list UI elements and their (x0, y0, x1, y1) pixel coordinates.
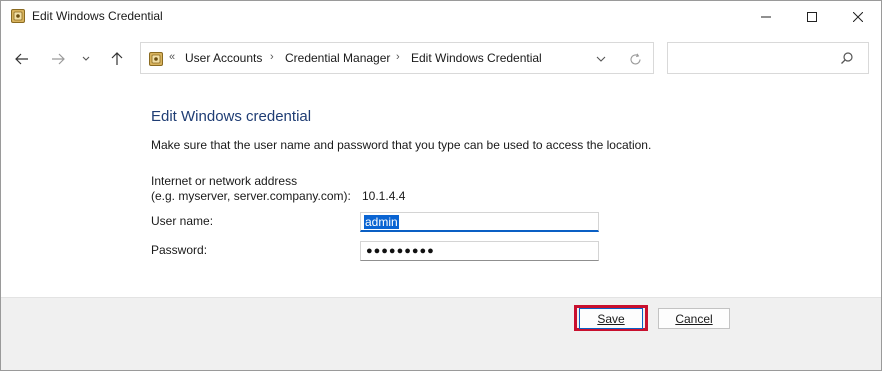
breadcrumb-edit-windows-credential[interactable]: Edit Windows Credential (411, 51, 542, 65)
save-button-label: Save (597, 311, 625, 326)
breadcrumb-separator[interactable]: › (270, 51, 274, 63)
minimize-button[interactable] (743, 1, 789, 32)
form-description: Make sure that the user name and passwor… (151, 138, 652, 152)
chevron-down-icon (82, 56, 90, 61)
search-icon[interactable] (840, 51, 856, 67)
address-overflow-chevron[interactable]: « (169, 51, 175, 63)
chevron-down-icon (596, 56, 606, 62)
network-address-value: 10.1.4.4 (362, 189, 406, 203)
search-input[interactable] (674, 49, 838, 69)
refresh-button[interactable] (627, 51, 643, 67)
credential-form: Edit Windows credential Make sure that t… (1, 86, 881, 298)
credential-manager-icon (149, 52, 163, 66)
credential-manager-icon (11, 9, 25, 23)
password-mask: ●●●●●●●●● (366, 245, 435, 257)
refresh-icon (629, 52, 641, 65)
page-title: Edit Windows credential (151, 108, 312, 125)
username-label: User name: (151, 214, 214, 228)
close-icon (853, 11, 863, 22)
address-label-line1: Internet or network address (151, 174, 298, 188)
up-button[interactable] (106, 48, 128, 70)
up-arrow-icon (111, 52, 123, 65)
address-label-line2: (e.g. myserver, server.company.com): (151, 189, 351, 203)
search-box[interactable] (667, 42, 869, 74)
back-arrow-icon (15, 53, 28, 65)
breadcrumb-user-accounts[interactable]: User Accounts (185, 51, 262, 65)
window-title: Edit Windows Credential (32, 9, 163, 23)
password-field[interactable]: ●●●●●●●●● (360, 241, 599, 261)
address-bar[interactable]: « User Accounts › Credential Manager › E… (140, 42, 654, 74)
breadcrumb-separator[interactable]: › (396, 51, 400, 63)
back-button[interactable] (11, 48, 33, 70)
address-dropdown-button[interactable] (593, 51, 609, 67)
forward-button[interactable] (47, 48, 69, 70)
minimize-icon (761, 16, 771, 17)
title-bar: Edit Windows Credential (1, 1, 881, 32)
recent-locations-button[interactable] (78, 48, 94, 70)
navigation-bar: « User Accounts › Credential Manager › E… (1, 32, 881, 86)
credential-window: Edit Windows Credential « User Accounts … (0, 0, 882, 371)
breadcrumb-credential-manager[interactable]: Credential Manager (285, 51, 390, 65)
maximize-icon (807, 11, 817, 22)
save-button[interactable]: Save (579, 308, 643, 329)
forward-arrow-icon (52, 53, 65, 65)
username-field[interactable]: admin (360, 212, 599, 232)
cancel-button[interactable]: Cancel (658, 308, 730, 329)
username-value: admin (364, 215, 399, 229)
dialog-footer: Save Cancel (1, 298, 881, 370)
password-label: Password: (151, 243, 208, 257)
cancel-button-label: Cancel (675, 311, 713, 326)
close-button[interactable] (835, 1, 881, 32)
maximize-button[interactable] (789, 1, 835, 32)
